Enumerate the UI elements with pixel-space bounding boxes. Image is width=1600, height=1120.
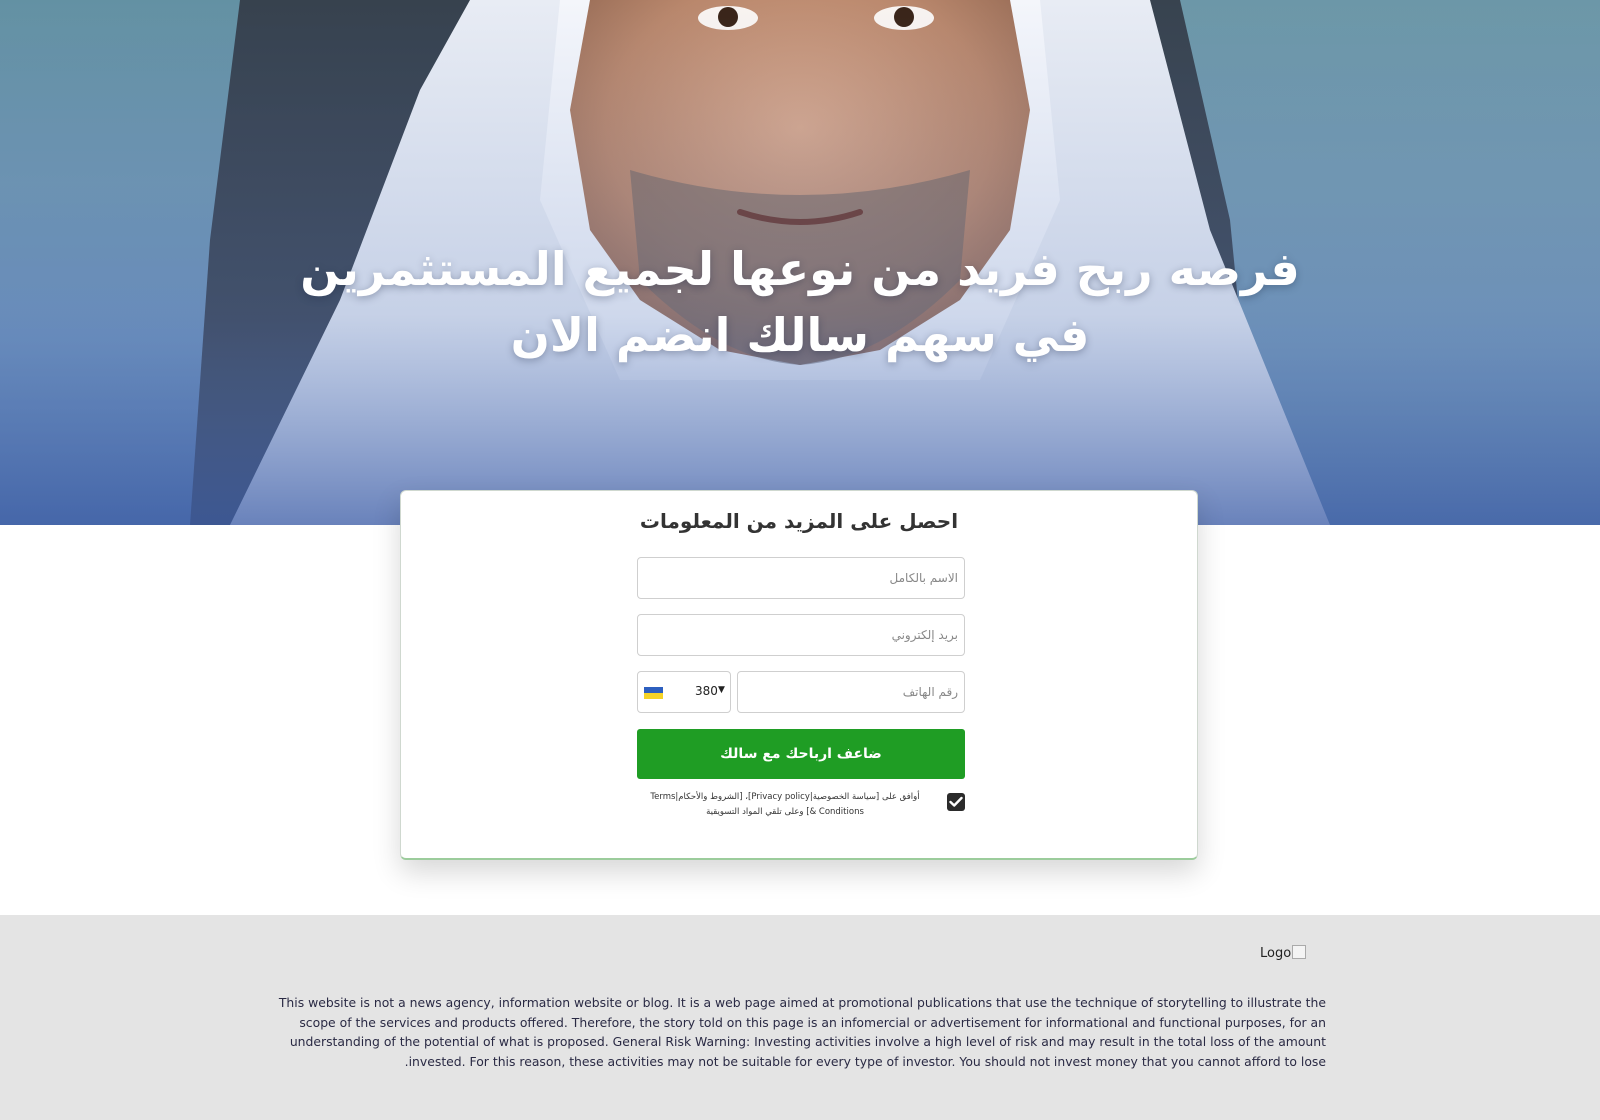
- consent-checkbox[interactable]: [947, 793, 965, 811]
- form-title: احصل على المزيد من المعلومات: [639, 509, 959, 533]
- hero-title: فرصه ربح فريد من نوعها لجميع المستثمرين …: [300, 242, 1300, 362]
- logo-alt-text: Logo: [1260, 946, 1292, 961]
- lead-form-card: احصل على المزيد من المعلومات 380 ▼ ضاعف …: [400, 490, 1198, 860]
- full-name-input[interactable]: [637, 557, 965, 599]
- hero-section: فرصه ربح فريد من نوعها لجميع المستثمرين …: [0, 0, 1600, 525]
- disclaimer-text: This website is not a news agency, infor…: [278, 995, 1326, 1069]
- country-code-select[interactable]: 380 ▼: [637, 671, 731, 713]
- phone-input[interactable]: [737, 671, 965, 713]
- chevron-down-icon: ▼: [718, 685, 725, 695]
- footer: Logo This website is not a news agency, …: [0, 915, 1600, 1120]
- submit-button[interactable]: ضاعف ارباحك مع سالك: [637, 729, 965, 779]
- checkmark-icon: [949, 796, 963, 807]
- ukraine-flag-icon: [644, 687, 663, 699]
- consent-text: أوافق على [سياسة الخصوصية|Privacy policy…: [650, 792, 920, 817]
- footer-logo: Logo: [1260, 945, 1326, 965]
- broken-image-icon: [1292, 945, 1307, 959]
- email-input[interactable]: [637, 614, 965, 656]
- country-code-value: 380: [695, 684, 718, 698]
